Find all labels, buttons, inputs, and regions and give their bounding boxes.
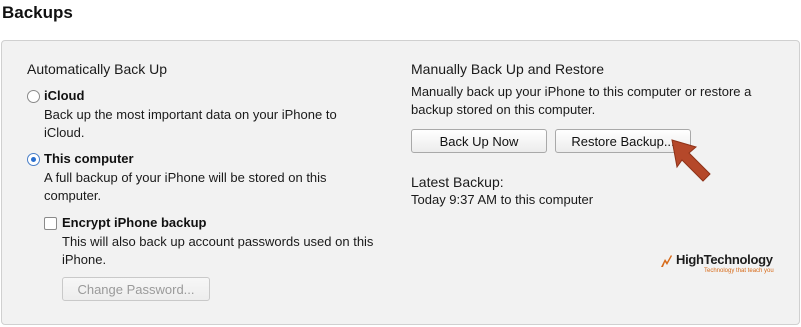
icloud-radio[interactable] [27, 90, 40, 103]
back-up-now-button[interactable]: Back Up Now [411, 129, 547, 153]
encrypt-desc-line1: This will also back up account passwords… [62, 234, 374, 249]
this-computer-radio[interactable] [27, 153, 40, 166]
encrypt-desc: This will also back up account passwords… [62, 233, 373, 269]
watermark-tagline: Technology that teach you [704, 268, 774, 274]
section-title: Backups [2, 3, 73, 22]
manual-backup-desc: Manually back up your iPhone to this com… [411, 83, 751, 119]
icloud-desc-line1: Back up the most important data on your … [44, 107, 337, 122]
hightechnology-mark-icon [661, 255, 672, 267]
encrypt-label[interactable]: Encrypt iPhone backup [62, 215, 206, 230]
this-computer-label[interactable]: This computer [44, 151, 134, 166]
latest-backup-heading: Latest Backup: [411, 174, 504, 190]
auto-backup-heading: Automatically Back Up [27, 61, 168, 77]
icloud-label[interactable]: iCloud [44, 88, 84, 103]
manual-desc-line2: backup stored on this computer. [411, 102, 596, 117]
this-computer-desc-line1: A full backup of your iPhone will be sto… [44, 170, 327, 185]
watermark-name: HighTechnology [676, 252, 773, 267]
icloud-desc: Back up the most important data on your … [44, 106, 337, 142]
change-password-button[interactable]: Change Password... [62, 277, 210, 301]
manual-desc-line1: Manually back up your iPhone to this com… [411, 84, 752, 99]
latest-backup-value: Today 9:37 AM to this computer [411, 192, 594, 207]
this-computer-desc: A full backup of your iPhone will be sto… [44, 169, 327, 205]
annotation-arrow-icon [671, 139, 711, 182]
this-computer-desc-line2: computer. [44, 188, 102, 203]
encrypt-checkbox[interactable] [44, 217, 57, 230]
encrypt-desc-line2: iPhone. [62, 252, 107, 267]
manual-backup-heading: Manually Back Up and Restore [411, 61, 604, 77]
icloud-desc-line2: iCloud. [44, 125, 85, 140]
